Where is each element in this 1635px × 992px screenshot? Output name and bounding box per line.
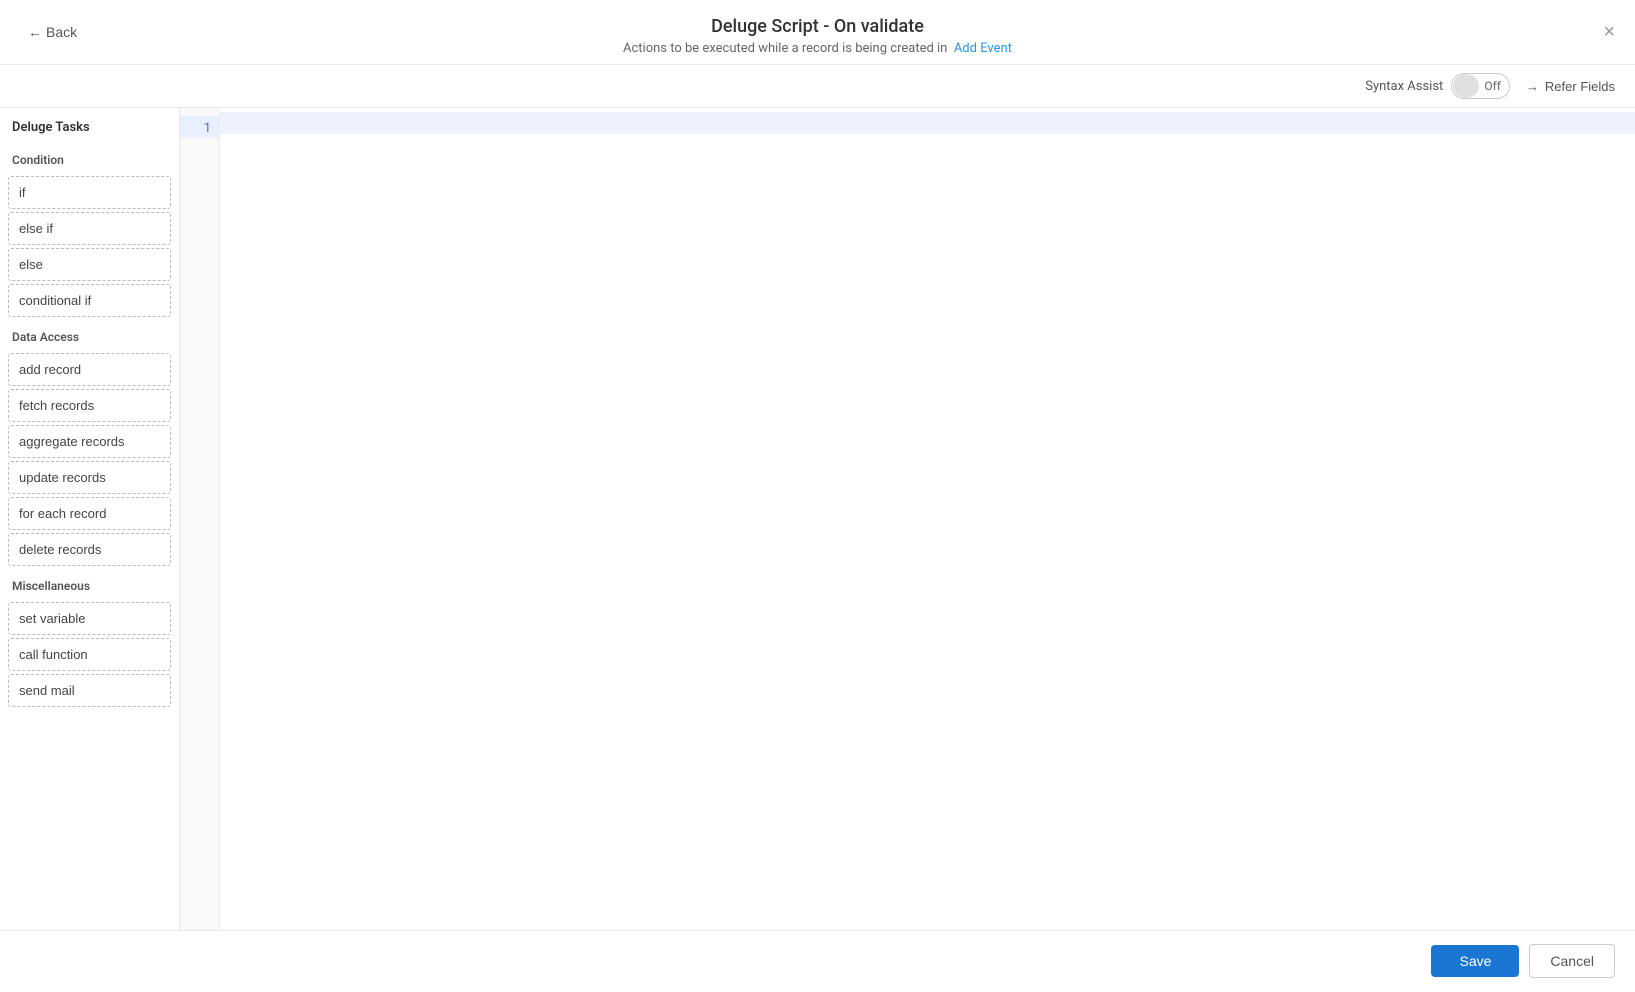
line-numbers: 1 xyxy=(180,108,220,930)
header-subtitle: Actions to be executed while a record is… xyxy=(623,41,1012,56)
back-button[interactable]: ← Back xyxy=(20,20,85,44)
refer-fields-icon: → xyxy=(1526,79,1539,94)
sidebar-item-set-variable[interactable]: set variable xyxy=(8,602,171,635)
sidebar-item-if[interactable]: if xyxy=(8,176,171,209)
close-button[interactable]: × xyxy=(1603,22,1615,42)
syntax-assist-label: Syntax Assist xyxy=(1365,79,1443,94)
add-event-link[interactable]: Add Event xyxy=(954,41,1012,56)
header: ← Back Deluge Script - On validate Actio… xyxy=(0,0,1635,65)
toolbar: Syntax Assist Off → Refer Fields xyxy=(0,65,1635,108)
sidebar-item-aggregate-records[interactable]: aggregate records xyxy=(8,425,171,458)
code-editor[interactable] xyxy=(220,108,1635,930)
editor-area: 1 xyxy=(180,108,1635,930)
syntax-assist-toggle[interactable]: Off xyxy=(1451,73,1510,99)
syntax-assist-control: Syntax Assist Off xyxy=(1365,73,1510,99)
sidebar-item-delete-records[interactable]: delete records xyxy=(8,533,171,566)
back-label: Back xyxy=(46,24,77,40)
cancel-button[interactable]: Cancel xyxy=(1529,944,1615,978)
page-title: Deluge Script - On validate xyxy=(623,16,1012,37)
code-line-1 xyxy=(220,112,1635,134)
header-title-area: Deluge Script - On validate Actions to b… xyxy=(623,16,1012,56)
toggle-knob xyxy=(1453,74,1479,98)
section-label-data-access: Data Access xyxy=(0,320,179,350)
line-number-1: 1 xyxy=(180,116,219,138)
section-label-miscellaneous: Miscellaneous xyxy=(0,569,179,599)
toggle-state-label: Off xyxy=(1480,79,1509,93)
section-label-condition: Condition xyxy=(0,143,179,173)
subtitle-prefix: Actions to be executed while a record is… xyxy=(623,41,947,56)
sidebar-item-else[interactable]: else xyxy=(8,248,171,281)
sidebar-item-fetch-records[interactable]: fetch records xyxy=(8,389,171,422)
main-content: Deluge Tasks Condition if else if else c… xyxy=(0,108,1635,930)
sidebar-item-add-record[interactable]: add record xyxy=(8,353,171,386)
refer-fields-label: Refer Fields xyxy=(1545,79,1615,94)
close-icon: × xyxy=(1603,21,1615,43)
sidebar-item-conditional-if[interactable]: conditional if xyxy=(8,284,171,317)
back-arrow-icon: ← xyxy=(28,24,42,40)
sidebar-item-send-mail[interactable]: send mail xyxy=(8,674,171,707)
save-button[interactable]: Save xyxy=(1431,945,1519,977)
refer-fields-button[interactable]: → Refer Fields xyxy=(1526,79,1615,94)
sidebar: Deluge Tasks Condition if else if else c… xyxy=(0,108,180,930)
footer: Save Cancel xyxy=(0,930,1635,990)
sidebar-item-call-function[interactable]: call function xyxy=(8,638,171,671)
sidebar-item-update-records[interactable]: update records xyxy=(8,461,171,494)
sidebar-item-for-each-record[interactable]: for each record xyxy=(8,497,171,530)
sidebar-title: Deluge Tasks xyxy=(0,120,179,143)
sidebar-item-else-if[interactable]: else if xyxy=(8,212,171,245)
